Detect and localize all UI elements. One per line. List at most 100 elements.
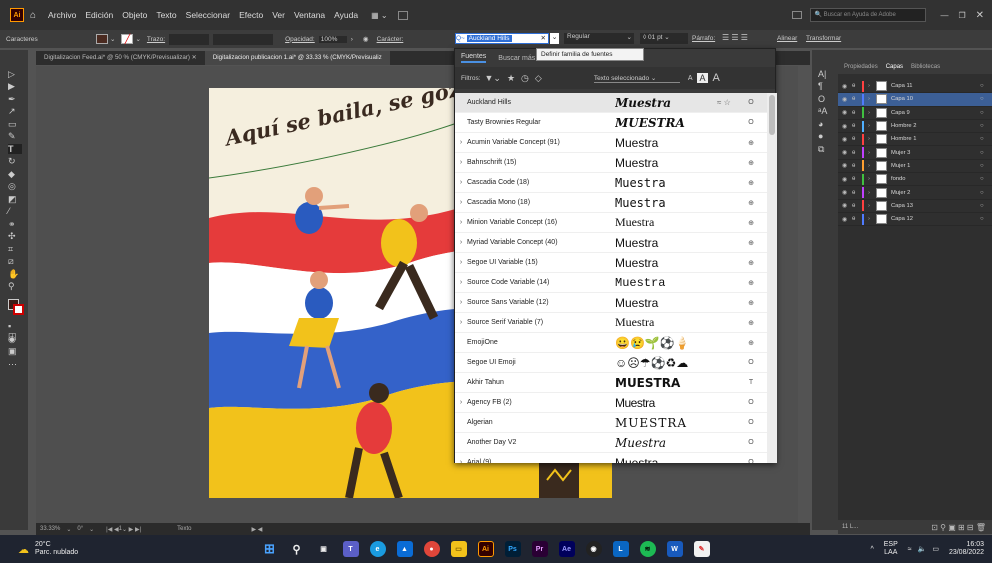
expand-family-icon[interactable]: ›	[455, 319, 467, 326]
wifi-icon[interactable]: ≈	[908, 546, 912, 553]
battery-icon[interactable]: ▭	[932, 545, 939, 553]
word-icon[interactable]: W	[666, 541, 683, 557]
spotify-icon[interactable]: ≋	[639, 541, 656, 557]
eraser-tool-icon[interactable]: ◆	[8, 169, 22, 179]
filter-classification-icon[interactable]: ▼⌄	[485, 73, 501, 84]
close-tab-icon[interactable]: ✕	[192, 54, 197, 61]
layer-target-icon[interactable]: ○	[980, 190, 992, 196]
stroke-swatch[interactable]: ╱	[121, 34, 134, 44]
lock-icon[interactable]: ɵ	[852, 190, 862, 196]
more-tools-icon[interactable]: ⋯	[8, 359, 22, 369]
lock-icon[interactable]: ɵ	[852, 203, 862, 209]
lock-icon[interactable]: ɵ	[852, 176, 862, 182]
expand-layer-icon[interactable]: ›	[868, 190, 876, 196]
rotation-angle[interactable]: 0°	[77, 526, 83, 532]
tab-publicacion[interactable]: Digitalizacion publicacion 1.ai* @ 33.33…	[204, 51, 390, 65]
menu-item-ver[interactable]: Ver	[272, 10, 285, 20]
expand-layer-icon[interactable]: ›	[868, 176, 876, 182]
font-row[interactable]: › Bahnschrift (15) Muestra ⊕	[455, 153, 767, 173]
character-panel-icon[interactable]: A|	[818, 69, 832, 79]
tab-propiedades[interactable]: Propiedades	[844, 64, 878, 70]
fill-swatch[interactable]	[96, 34, 108, 44]
layer-name[interactable]: Mujer 1	[891, 163, 980, 169]
font-similar-favorite-icons[interactable]: ≈ ☆	[717, 98, 739, 107]
expand-layer-icon[interactable]: ›	[868, 163, 876, 169]
visibility-eye-icon[interactable]: ◉	[842, 162, 852, 169]
font-row[interactable]: Tasty Brownies Regular MUESTRA O	[455, 113, 767, 133]
expand-family-icon[interactable]: ›	[455, 299, 467, 306]
paint-icon[interactable]: ✎	[693, 541, 710, 557]
blend-tool-icon[interactable]: ⚭	[8, 219, 22, 229]
expand-layer-icon[interactable]: ›	[868, 150, 876, 156]
free-transform-tool-icon[interactable]: ◩	[8, 194, 22, 204]
minimize-button[interactable]: —	[940, 11, 948, 20]
close-button[interactable]: ✕	[976, 10, 984, 21]
tab-feed[interactable]: Digitalizacion Feed.ai* @ 50 % (CMYK/Pre…	[36, 51, 205, 65]
draw-mode-icon[interactable]: ◉	[8, 334, 22, 344]
transform-label[interactable]: Transformar	[806, 35, 841, 42]
small-preview-icon[interactable]: A	[688, 75, 693, 82]
layer-target-icon[interactable]: ○	[980, 216, 992, 222]
artboard-nav[interactable]: |◀ ◀	[106, 526, 118, 533]
menu-item-seleccionar[interactable]: Seleccionar	[186, 10, 230, 20]
layer-name[interactable]: Capa 12	[891, 216, 980, 222]
layer-target-icon[interactable]: ○	[980, 203, 992, 209]
weather-widget[interactable]: ☁ 20°C Parc. nublado	[18, 541, 256, 557]
opacity-input[interactable]: 100%	[318, 35, 347, 43]
layer-name[interactable]: Hombre 1	[891, 136, 980, 142]
rectangle-tool-icon[interactable]: ▭	[8, 119, 22, 129]
start-button[interactable]: ⊞	[262, 541, 278, 557]
expand-family-icon[interactable]: ›	[455, 259, 467, 266]
tab-bibliotecas[interactable]: Bibliotecas	[911, 64, 940, 70]
font-row[interactable]: EmojiOne 😀😢🌱⚽🍦 ⊕	[455, 333, 767, 353]
lock-icon[interactable]: ɵ	[852, 110, 862, 116]
font-row[interactable]: Another Day V2 Muestra O	[455, 433, 767, 453]
visibility-eye-icon[interactable]: ◉	[842, 176, 852, 183]
font-row[interactable]: › Source Code Variable (14) Muestra ⊕	[455, 273, 767, 293]
font-row[interactable]: › Segoe UI Variable (15) Muestra ⊕	[455, 253, 767, 273]
expand-layer-icon[interactable]: ›	[868, 110, 876, 116]
illustrator-taskbar-icon[interactable]: Ai	[477, 541, 494, 557]
screen-mode-icon[interactable]: ▣	[8, 346, 22, 356]
recent-filter-icon[interactable]: ◷	[521, 73, 529, 84]
recolor-icon[interactable]: ◉	[363, 35, 369, 43]
menu-item-objeto[interactable]: Objeto	[122, 10, 147, 20]
visibility-eye-icon[interactable]: ◉	[842, 149, 852, 156]
paragraph-label[interactable]: Párrafo:	[692, 35, 715, 42]
selection-tool-icon[interactable]: ▷	[8, 69, 22, 79]
font-list-scrollbar[interactable]	[767, 93, 777, 463]
medium-preview-icon[interactable]: A	[697, 73, 708, 83]
menu-item-edicin[interactable]: Edición	[85, 10, 113, 20]
photoshop-taskbar-icon[interactable]: Ps	[504, 541, 521, 557]
opacity-arrow[interactable]: ›	[351, 36, 353, 43]
expand-family-icon[interactable]: ›	[455, 399, 467, 406]
layer-target-icon[interactable]: ○	[980, 110, 992, 116]
warp-tool-icon[interactable]: ◎	[8, 181, 22, 191]
layer-row[interactable]: ◉ ɵ › Capa 13 ○	[838, 200, 992, 213]
home-icon[interactable]: ⌂	[30, 10, 36, 21]
layer-target-icon[interactable]: ○	[980, 136, 992, 142]
layer-name[interactable]: Mujer 2	[891, 190, 980, 196]
font-row[interactable]: › Acumin Variable Concept (91) Muestra ⊕	[455, 133, 767, 153]
font-row[interactable]: › Minion Variable Concept (16) Muestra ⊕	[455, 213, 767, 233]
stroke-stepper[interactable]	[169, 33, 210, 45]
expand-layer-icon[interactable]: ›	[868, 216, 876, 222]
artboard-nav-next[interactable]: ⌄ ▶ ▶|	[122, 526, 141, 533]
layer-row[interactable]: ◉ ɵ › Capa 9 ○	[838, 107, 992, 120]
layer-target-icon[interactable]: ○	[980, 123, 992, 129]
align-label[interactable]: Alinear	[777, 35, 797, 42]
artboard-tool-icon[interactable]: ⌗	[8, 244, 22, 254]
fill-stroke-swatches[interactable]	[8, 299, 24, 315]
expand-layer-icon[interactable]: ›	[868, 136, 876, 142]
tray-chevron-icon[interactable]: ^	[870, 546, 873, 553]
clock-date[interactable]: 23/08/2022	[949, 549, 984, 557]
visibility-eye-icon[interactable]: ◉	[842, 202, 852, 209]
menu-item-ayuda[interactable]: Ayuda	[334, 10, 358, 20]
layer-target-icon[interactable]: ○	[980, 163, 992, 169]
tab-fuentes[interactable]: Fuentes	[461, 53, 487, 63]
layer-name[interactable]: Capa 13	[891, 203, 980, 209]
expand-family-icon[interactable]: ›	[455, 279, 467, 286]
align-buttons[interactable]: ☰ ☰ ☰	[722, 33, 748, 42]
expand-layer-icon[interactable]: ›	[868, 123, 876, 129]
font-row[interactable]: › Agency FB (2) Muestra O	[455, 393, 767, 413]
